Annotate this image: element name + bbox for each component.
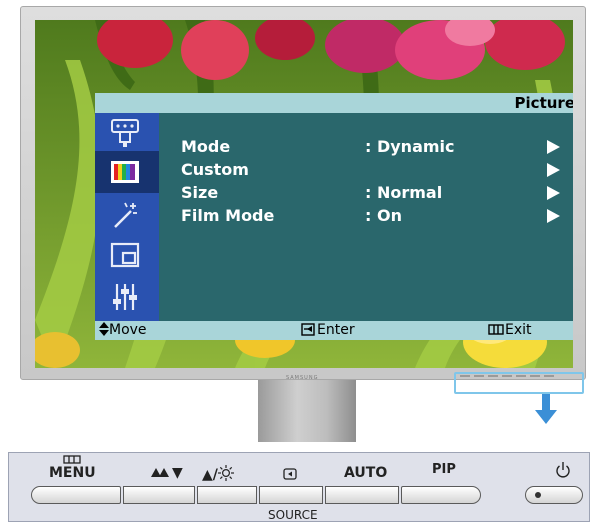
osd-footer-move: Move <box>99 322 147 338</box>
monitor-screen: Picture Mode: Dynamic Custom Size: Nor… <box>35 20 573 368</box>
power-led <box>535 492 541 498</box>
osd-row-mode[interactable]: Mode : Dynamic <box>181 137 573 159</box>
osd-footer-move-label: Move <box>109 322 147 338</box>
magic-down-button[interactable] <box>123 486 195 504</box>
power-icon <box>556 462 570 478</box>
osd-row-label: Size <box>181 183 219 202</box>
auto-button-label: AUTO <box>344 465 388 481</box>
brand-logo: SAMSUNG <box>286 375 319 381</box>
osd-footer-enter-label: Enter <box>317 322 355 338</box>
up-down-icon <box>99 322 109 336</box>
magic-down-label: ▼ <box>150 465 183 481</box>
bezel-buttons-highlight <box>454 372 584 394</box>
down-symbol: ▼ <box>172 465 183 481</box>
pip-icon[interactable] <box>109 239 141 271</box>
menu-button-label: MENU <box>49 465 96 481</box>
magic-icon[interactable] <box>109 199 141 231</box>
osd-row-custom[interactable]: Custom <box>181 160 573 182</box>
osd-row-size[interactable]: Size : Normal <box>181 183 573 205</box>
brightness-label: ▲/ <box>202 465 234 483</box>
osd-sidebar <box>95 113 159 321</box>
osd-footer: Move Enter Exit <box>95 321 573 340</box>
source-label: SOURCE <box>268 508 318 522</box>
brightness-icon <box>217 465 234 481</box>
source-button[interactable] <box>259 486 323 504</box>
brightness-button[interactable] <box>197 486 257 504</box>
play-arrow-icon <box>547 186 560 200</box>
control-panel: MENU ▼ ▲/ SOURCE AUTO PIP <box>8 452 590 522</box>
up-symbol: ▲/ <box>202 467 218 483</box>
osd-footer-exit: Exit <box>488 322 532 338</box>
osd-row-film-mode[interactable]: Film Mode : On <box>181 206 573 228</box>
pip-button-label: PIP <box>432 462 456 477</box>
auto-button[interactable] <box>325 486 399 504</box>
picture-icon[interactable] <box>109 156 141 188</box>
magic-bright-icon <box>151 468 169 477</box>
setup-icon[interactable] <box>109 281 141 313</box>
power-button[interactable] <box>525 486 583 504</box>
osd-row-value: : Dynamic <box>365 137 455 156</box>
osd-footer-exit-label: Exit <box>505 322 532 338</box>
menu-icon <box>488 324 504 335</box>
play-arrow-icon <box>547 209 560 223</box>
play-arrow-icon <box>547 140 560 154</box>
pip-button[interactable] <box>401 486 481 504</box>
osd-title: Picture <box>514 94 573 112</box>
osd-menu: Picture Mode: Dynamic Custom Size: Nor… <box>95 93 573 340</box>
down-arrow-icon <box>535 394 557 424</box>
source-enter-icon <box>283 468 297 480</box>
osd-footer-enter: Enter <box>301 322 355 338</box>
osd-content-panel: Mode : Dynamic Custom Size : Normal Film… <box>159 113 573 321</box>
osd-row-label: Film Mode <box>181 206 275 225</box>
play-arrow-icon <box>547 163 560 177</box>
input-icon[interactable] <box>109 117 141 149</box>
osd-title-bar: Picture <box>95 93 573 113</box>
menu-button[interactable] <box>31 486 121 504</box>
osd-row-value: : On <box>365 206 402 225</box>
enter-icon <box>301 323 315 336</box>
osd-row-value: : Normal <box>365 183 443 202</box>
osd-row-label: Custom <box>181 160 249 179</box>
monitor-stand <box>258 380 356 442</box>
menu-icon <box>63 455 81 464</box>
osd-row-label: Mode <box>181 137 231 156</box>
